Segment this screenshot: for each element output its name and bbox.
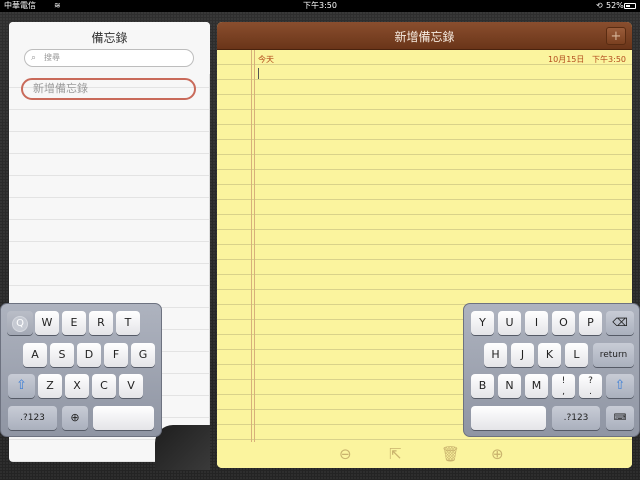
margin-line: [254, 50, 255, 468]
note-day-label: 今天: [258, 55, 274, 64]
note-title-bar: 新增備忘錄 +: [217, 22, 632, 50]
key-y[interactable]: Y: [471, 311, 494, 335]
key-g[interactable]: G: [131, 343, 155, 367]
list-item[interactable]: 新增備忘錄: [21, 78, 196, 100]
search-icon: ⌕: [31, 53, 37, 63]
lock-rotation-icon: ⟲: [596, 1, 603, 10]
margin-line: [251, 50, 252, 468]
space-key-left[interactable]: [93, 406, 154, 430]
key-t[interactable]: T: [116, 311, 140, 335]
key-v[interactable]: V: [119, 374, 143, 398]
key-q[interactable]: Q: [7, 311, 33, 335]
backspace-icon[interactable]: ⌫: [606, 311, 634, 335]
key-l[interactable]: L: [565, 343, 588, 367]
return-key[interactable]: return: [593, 343, 634, 367]
key-z[interactable]: Z: [38, 374, 62, 398]
key-a[interactable]: A: [23, 343, 47, 367]
key-x[interactable]: X: [65, 374, 89, 398]
key-exclamation: !: [561, 376, 566, 386]
key-exclamation-comma[interactable]: ! ,: [552, 374, 575, 398]
key-w[interactable]: W: [35, 311, 59, 335]
key-question-period[interactable]: ? .: [579, 374, 602, 398]
divider: [209, 74, 210, 462]
search-input[interactable]: ⌕ 搜尋: [24, 49, 194, 67]
note-date: 10月15日: [548, 55, 585, 64]
globe-icon[interactable]: ⊕: [62, 406, 88, 430]
note-title: 新增備忘錄: [394, 30, 455, 44]
battery-icon: [624, 3, 636, 9]
key-comma: ,: [562, 387, 565, 397]
key-k[interactable]: K: [538, 343, 561, 367]
key-j[interactable]: J: [511, 343, 534, 367]
key-u[interactable]: U: [498, 311, 521, 335]
list-item-label: 新增備忘錄: [33, 82, 88, 95]
shift-icon[interactable]: ⇧: [8, 374, 35, 398]
status-bar: 中華電信 ≋ 下午3:50 ⟲ 52%: [0, 0, 640, 12]
note-time: 下午3:50: [592, 55, 626, 64]
key-period: .: [589, 387, 592, 397]
key-question: ?: [588, 376, 593, 386]
search-placeholder: 搜尋: [44, 53, 60, 62]
battery-percent: 52%: [606, 1, 624, 10]
key-b[interactable]: B: [471, 374, 494, 398]
split-keyboard-right: Y U I O P ⌫ H J K L return B N M ! , ? .…: [463, 303, 640, 437]
previous-arrow-icon[interactable]: ⊖: [339, 445, 352, 463]
page-curl: [155, 425, 210, 470]
key-i[interactable]: I: [525, 311, 548, 335]
key-d[interactable]: D: [77, 343, 101, 367]
key-p[interactable]: P: [579, 311, 602, 335]
numbers-key[interactable]: .?123: [552, 406, 600, 430]
key-o[interactable]: O: [552, 311, 575, 335]
key-m[interactable]: M: [525, 374, 548, 398]
note-toolbar: ⊖ ⇱ 🗑 ⊕: [217, 442, 632, 468]
key-f[interactable]: F: [104, 343, 128, 367]
key-c[interactable]: C: [92, 374, 116, 398]
add-note-button[interactable]: +: [606, 27, 626, 45]
key-e[interactable]: E: [62, 311, 86, 335]
key-s[interactable]: S: [50, 343, 74, 367]
key-n[interactable]: N: [498, 374, 521, 398]
notes-list-title: 備忘錄: [91, 31, 128, 45]
text-cursor: [258, 68, 259, 79]
shift-icon[interactable]: ⇧: [606, 374, 634, 398]
key-h[interactable]: H: [484, 343, 507, 367]
next-arrow-icon[interactable]: ⊕: [491, 445, 504, 463]
status-time: 下午3:50: [303, 1, 337, 10]
notes-list-header: 備忘錄 ⌕ 搜尋: [9, 22, 210, 74]
space-key-right[interactable]: [471, 406, 546, 430]
share-icon[interactable]: ⇱: [389, 445, 402, 463]
numbers-key[interactable]: .?123: [8, 406, 57, 430]
trash-icon[interactable]: 🗑: [441, 445, 460, 463]
key-r[interactable]: R: [89, 311, 113, 335]
hide-keyboard-icon[interactable]: ⌨: [606, 406, 634, 430]
note-datetime: 10月15日 下午3:50: [548, 54, 626, 65]
split-keyboard-left: Q W E R T A S D F G ⇧ Z X C V .?123 ⊕: [0, 303, 162, 437]
